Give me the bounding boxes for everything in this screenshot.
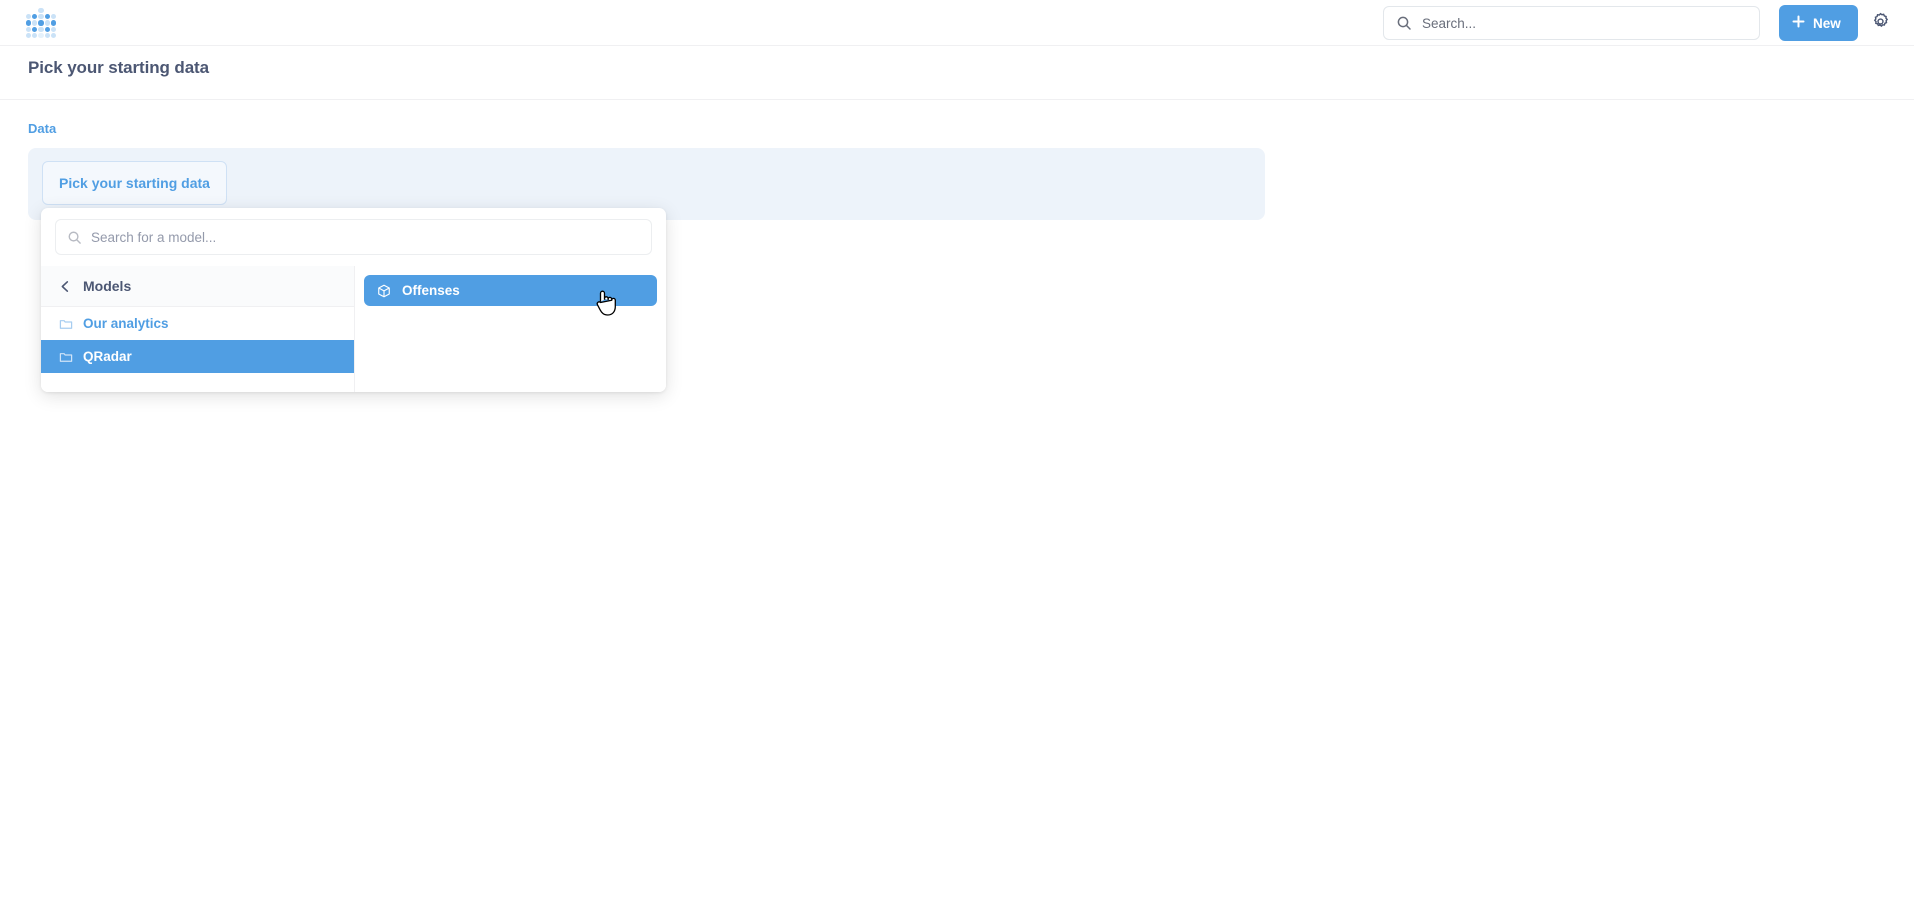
pick-starting-data-label: Pick your starting data — [59, 175, 210, 191]
collection-list: Our analytics QRadar — [41, 307, 354, 392]
model-item-label: Offenses — [402, 283, 460, 298]
model-item-offenses[interactable]: Offenses — [364, 275, 657, 306]
search-icon — [1396, 15, 1412, 31]
page-title: Pick your starting data — [28, 58, 209, 77]
new-button-label: New — [1813, 15, 1841, 31]
metabase-logo[interactable] — [26, 8, 56, 38]
header-divider — [0, 99, 1914, 100]
model-search-box[interactable] — [55, 219, 652, 255]
pick-starting-data-button[interactable]: Pick your starting data — [42, 161, 227, 205]
folder-icon — [59, 350, 73, 364]
gear-icon — [1871, 12, 1890, 34]
chevron-left-icon — [59, 280, 72, 293]
model-column: Offenses — [355, 266, 666, 392]
global-search-input[interactable] — [1422, 15, 1747, 31]
top-navbar: New — [0, 0, 1914, 46]
settings-button[interactable] — [1869, 12, 1891, 34]
collection-item-label: QRadar — [83, 349, 132, 364]
collection-column: Models Our analytics QRadar — [41, 266, 355, 392]
collection-item-our-analytics[interactable]: Our analytics — [41, 307, 354, 340]
folder-icon — [59, 317, 73, 331]
search-icon — [67, 230, 82, 245]
models-header-label: Models — [83, 278, 132, 294]
data-picker-popover: Models Our analytics — [41, 208, 666, 392]
popover-columns: Models Our analytics QRadar Offenses — [41, 266, 666, 392]
new-button[interactable]: New — [1779, 5, 1858, 41]
model-cube-icon — [377, 284, 391, 298]
collection-item-qradar[interactable]: QRadar — [41, 340, 354, 373]
popover-search-row — [41, 208, 666, 266]
collection-item-label: Our analytics — [83, 316, 169, 331]
plus-icon — [1792, 15, 1805, 31]
models-back-header[interactable]: Models — [41, 266, 354, 307]
data-section-label: Data — [28, 121, 57, 136]
model-search-input[interactable] — [91, 229, 640, 245]
global-search-box[interactable] — [1383, 6, 1760, 40]
